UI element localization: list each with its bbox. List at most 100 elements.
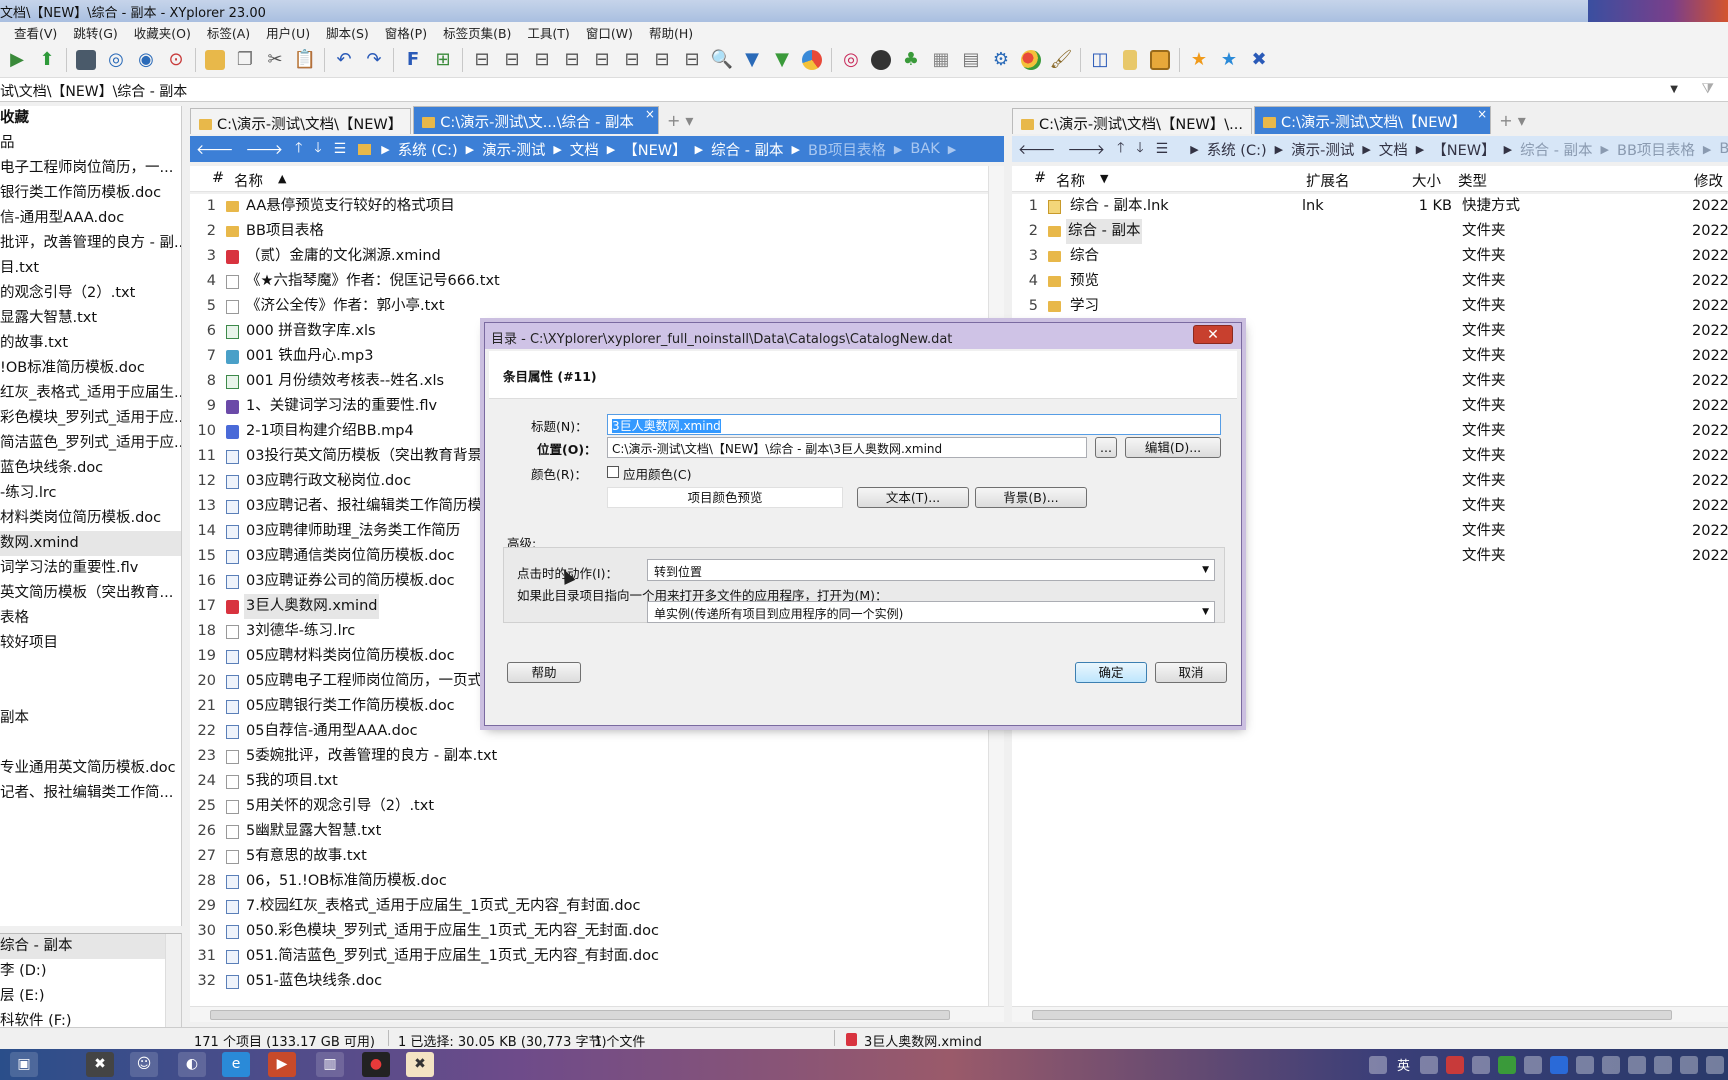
search-icon[interactable]: 🔍 xyxy=(709,47,735,73)
tree-item[interactable]: 较好项目 xyxy=(0,631,181,656)
file-row[interactable]: 4 预览 文件夹 2022 xyxy=(1012,269,1728,294)
col-name[interactable]: 名称 xyxy=(1056,170,1085,191)
click-action-select[interactable]: 转到位置 ▼ xyxy=(647,559,1215,581)
redo-icon[interactable]: ↷ xyxy=(361,47,387,73)
dark-circle-icon[interactable] xyxy=(868,47,894,73)
help-button[interactable]: 帮助 xyxy=(507,662,581,683)
menu-icon[interactable]: ☰ xyxy=(1150,141,1175,157)
col-name[interactable]: 名称 xyxy=(234,170,263,191)
crumb-docs[interactable]: 文档 xyxy=(1375,139,1412,160)
tree-drive-item[interactable]: 李 (D:) xyxy=(0,959,181,984)
menu-panes[interactable]: 窗格(P) xyxy=(377,22,435,42)
tree-item[interactable]: 英文简历模板（突出教育... xyxy=(0,581,181,606)
file-row[interactable]: 5 学习 文件夹 2022 xyxy=(1012,294,1728,319)
back-icon[interactable]: 🡐 xyxy=(190,141,240,158)
ok-button[interactable]: 确定 xyxy=(1075,662,1147,683)
tree-item[interactable] xyxy=(0,656,181,681)
file-row[interactable]: 24 5我的项目.txt xyxy=(190,769,988,794)
drive-i-icon[interactable]: ⊟ xyxy=(649,47,675,73)
filter-icon[interactable]: ▼ xyxy=(739,47,765,73)
crumb-bb-tables[interactable]: BB项目表格 xyxy=(804,139,890,160)
computer-icon[interactable] xyxy=(73,47,99,73)
show-desktop-icon[interactable]: ▣ xyxy=(10,1052,38,1077)
menu-tags[interactable]: 标签(A) xyxy=(199,22,258,42)
target-icon[interactable]: ◎ xyxy=(103,47,129,73)
add-tab-icon[interactable]: + ▾ xyxy=(1493,111,1532,134)
file-row[interactable]: 3 （贰）金庸的文化渊源.xmind xyxy=(190,244,988,269)
tree-item[interactable]: 词学习法的重要性.flv xyxy=(0,556,181,581)
forward-icon[interactable]: 🡒 xyxy=(240,141,290,158)
undo-icon[interactable]: ↶ xyxy=(331,47,357,73)
menu-tabsets[interactable]: 标签页集(B) xyxy=(435,22,519,42)
right-hscroll[interactable] xyxy=(1012,1006,1728,1022)
dialog-close-button[interactable]: ✕ xyxy=(1193,325,1233,344)
tray-expand-icon[interactable] xyxy=(1706,1055,1724,1074)
tree-item[interactable]: 目.txt xyxy=(0,256,181,281)
paste-icon[interactable]: 📋 xyxy=(292,47,318,73)
drive-d-icon[interactable]: ⊟ xyxy=(499,47,525,73)
col-size[interactable]: 大小 xyxy=(1412,170,1441,191)
tab-new-sub[interactable]: C:\演示-测试\文档\【NEW】\... xyxy=(1012,108,1252,134)
xyplorer-active-icon[interactable]: ✖ xyxy=(406,1052,434,1077)
address-bar[interactable]: 试\文档\【NEW】\综合 - 副本 ▼ ⧩ xyxy=(0,78,1728,102)
scroll-thumb[interactable] xyxy=(1032,1010,1672,1020)
dual-pane-icon[interactable]: ◫ xyxy=(1087,47,1113,73)
crumb-bb-tables[interactable]: BB项目表格 xyxy=(1613,139,1699,160)
left-hscroll[interactable] xyxy=(190,1006,1004,1022)
drive-e-icon[interactable]: ⊟ xyxy=(529,47,555,73)
tray-search-icon[interactable] xyxy=(1602,1055,1620,1074)
multi-open-select[interactable]: 单实例(传递所有项目到应用程序的同一个实例) ▼ xyxy=(647,601,1215,623)
crumb-new[interactable]: 【NEW】 xyxy=(619,139,690,160)
drive-f-icon[interactable]: ⊟ xyxy=(559,47,585,73)
brush-icon[interactable]: 🖌 xyxy=(1048,47,1074,73)
col-extension[interactable]: 扩展名 xyxy=(1306,170,1350,191)
tree-item[interactable]: 电子工程师岗位简历，一... xyxy=(0,156,181,181)
drive-j-icon[interactable]: ⊟ xyxy=(679,47,705,73)
file-row[interactable]: 25 5用关怀的观念引导（2）.txt xyxy=(190,794,988,819)
star-orange-icon[interactable]: ★ xyxy=(1186,47,1212,73)
tab-new-active[interactable]: C:\演示-测试\文档\【NEW】 × xyxy=(1253,106,1492,134)
drive-c-icon[interactable]: ⊟ xyxy=(469,47,495,73)
menu-tools[interactable]: 工具(T) xyxy=(519,22,577,42)
crumb-docs[interactable]: 文档 xyxy=(566,139,603,160)
crumb-system-c[interactable]: 系统 (C:) xyxy=(394,139,462,160)
tree-icon[interactable]: ⊞ xyxy=(430,47,456,73)
close-icon[interactable]: × xyxy=(1477,107,1487,121)
tree-item[interactable]: 收藏 xyxy=(0,106,181,131)
tools-icon[interactable]: ✖ xyxy=(1246,47,1272,73)
menu-favorites[interactable]: 收藏夹(O) xyxy=(126,22,199,42)
menu-go[interactable]: 跳转(G) xyxy=(65,22,125,42)
tree-item[interactable]: 简洁蓝色_罗列式_适用于应... xyxy=(0,431,181,456)
play-icon[interactable]: ⊙ xyxy=(163,47,189,73)
cut-icon[interactable]: ✂ xyxy=(262,47,288,73)
edit-button[interactable]: 编辑(D)... xyxy=(1125,437,1221,458)
menu-window[interactable]: 窗口(W) xyxy=(578,22,641,42)
table-icon[interactable]: ▤ xyxy=(958,47,984,73)
file-row[interactable]: 30 050.彩色模块_罗列式_适用于应届生_1页式_无内容_无封面.doc xyxy=(190,919,988,944)
tray-keyboard-icon[interactable] xyxy=(1524,1055,1542,1074)
menu-view[interactable]: 查看(V) xyxy=(0,22,65,42)
location-input[interactable]: C:\演示-测试\文档\【NEW】\综合 - 副本\3巨人奥数网.xmind xyxy=(607,437,1087,458)
down-icon[interactable]: 🡓 xyxy=(1130,137,1149,161)
app-icon[interactable]: ▶ xyxy=(268,1052,296,1077)
tree-item[interactable]: 表格 xyxy=(0,606,181,631)
tree-item[interactable]: 品 xyxy=(0,131,181,156)
copy-icon[interactable]: ❐ xyxy=(232,47,258,73)
grid-icon[interactable]: ▦ xyxy=(928,47,954,73)
down-icon[interactable]: 🡓 xyxy=(308,137,327,161)
tree-item[interactable] xyxy=(0,731,181,756)
background-color-button[interactable]: 背景(B)... xyxy=(975,487,1087,508)
col-num[interactable]: # xyxy=(1034,170,1046,186)
tree-item[interactable] xyxy=(0,681,181,706)
up-icon[interactable]: 🡑 xyxy=(1111,137,1130,161)
title-input[interactable]: 3巨人奥数网.xmind xyxy=(607,414,1221,435)
tab-zonghe-copy[interactable]: C:\演示-测试\文...\综合 - 副本 × xyxy=(413,106,659,134)
up-icon[interactable]: 🡑 xyxy=(289,137,308,161)
spiral-icon[interactable]: ◎ xyxy=(838,47,864,73)
scroll-thumb[interactable] xyxy=(210,1010,950,1020)
color-circles-icon[interactable] xyxy=(1018,47,1044,73)
menu-help[interactable]: 帮助(H) xyxy=(641,22,701,42)
tree-item[interactable]: 副本 xyxy=(0,706,181,731)
preview-pane-icon[interactable] xyxy=(1117,47,1143,73)
file-row[interactable]: 28 06，51.!OB标准简历模板.doc xyxy=(190,869,988,894)
